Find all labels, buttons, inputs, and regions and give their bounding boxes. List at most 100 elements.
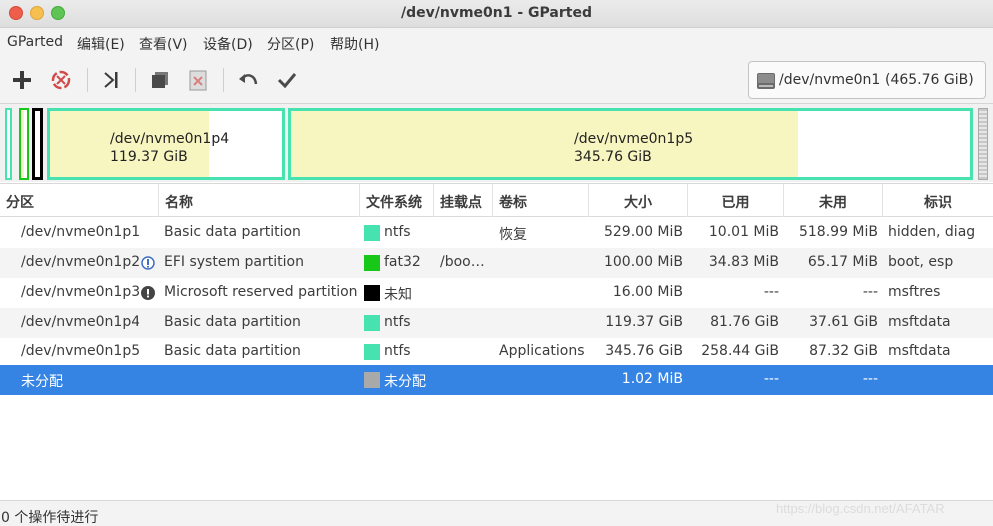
- column-header-filesystem[interactable]: 文件系统: [360, 184, 434, 217]
- table-row[interactable]: /dev/nvme0n1p3 Microsoft reserved partiti…: [0, 278, 993, 308]
- menu-partition[interactable]: 分区(P): [267, 34, 314, 54]
- disk-map: /dev/nvme0n1p4 119.37 GiB /dev/nvme0n1p5…: [0, 104, 993, 182]
- diskmap-p4-name: /dev/nvme0n1p4: [110, 131, 230, 147]
- diskmap-segment-p4[interactable]: /dev/nvme0n1p4 119.37 GiB: [47, 108, 285, 180]
- column-header-name[interactable]: 名称: [159, 184, 360, 217]
- column-header-label[interactable]: 卷标: [493, 184, 589, 217]
- cell-filesystem: fat32: [384, 254, 421, 270]
- cell-flags: msftres: [888, 284, 941, 300]
- cell-unused: ---: [862, 371, 878, 387]
- cell-unused: 37.61 GiB: [809, 314, 878, 330]
- cell-partition: /dev/nvme0n1p3: [21, 284, 139, 300]
- filesystem-color-swatch: [364, 225, 380, 241]
- menu-help[interactable]: 帮助(H): [330, 34, 379, 54]
- cell-name: Basic data partition: [164, 224, 301, 240]
- filesystem-color-swatch: [364, 315, 380, 331]
- cell-name: Basic data partition: [164, 314, 301, 330]
- cell-unused: ---: [862, 284, 878, 300]
- column-header-mountpoint[interactable]: 挂载点: [434, 184, 493, 217]
- cell-unused: 518.99 MiB: [798, 224, 878, 240]
- cell-name: EFI system partition: [164, 254, 304, 270]
- filesystem-color-swatch: [364, 255, 380, 271]
- info-icon[interactable]: [141, 256, 155, 270]
- window-title: /dev/nvme0n1 - GParted: [401, 5, 592, 21]
- table-row[interactable]: /dev/nvme0n1p2 EFI system partition fat32 /…: [0, 248, 993, 278]
- harddisk-icon: [755, 70, 777, 92]
- cell-filesystem: 未知: [384, 287, 412, 303]
- diskmap-segment-p2[interactable]: [19, 108, 29, 180]
- cell-flags: msftdata: [888, 343, 951, 359]
- menu-device[interactable]: 设备(D): [203, 34, 253, 54]
- diskmap-segment-p5[interactable]: /dev/nvme0n1p5 345.76 GiB: [288, 108, 973, 180]
- device-name: /dev/nvme0n1: [779, 72, 881, 88]
- cell-used: 34.83 MiB: [708, 254, 779, 270]
- pending-operations-status: 0 个操作待进行: [1, 510, 99, 526]
- column-header-unused[interactable]: 未用: [784, 184, 883, 217]
- cell-partition: /dev/nvme0n1p1: [21, 224, 139, 240]
- resize-move-icon[interactable]: [99, 68, 123, 92]
- cell-mountpoint: /boo…: [440, 254, 485, 270]
- cell-filesystem: ntfs: [384, 224, 411, 240]
- table-row[interactable]: /dev/nvme0n1p1 Basic data partition ntfs 恢复…: [0, 217, 993, 248]
- cell-used: ---: [763, 371, 779, 387]
- add-icon[interactable]: [10, 68, 34, 92]
- cell-used: 258.44 GiB: [701, 343, 779, 359]
- diskmap-p5-used-fill: [291, 111, 799, 177]
- diskmap-segment-p3[interactable]: [32, 108, 43, 180]
- cell-size: 529.00 MiB: [603, 224, 683, 240]
- column-header-partition[interactable]: 分区: [0, 184, 159, 217]
- column-header-size[interactable]: 大小: [589, 184, 688, 217]
- copy-icon[interactable]: [148, 68, 172, 92]
- cell-filesystem: ntfs: [384, 343, 411, 359]
- diskmap-segment-p1[interactable]: [5, 108, 12, 180]
- cell-name: Microsoft reserved partition: [164, 284, 358, 300]
- cell-label: 恢复: [499, 227, 527, 243]
- menu-view[interactable]: 查看(V): [139, 34, 188, 54]
- cell-unused: 87.32 GiB: [809, 343, 878, 359]
- table-header: 分区 名称 文件系统 挂载点 卷标 大小 已用 未用 标识: [0, 184, 993, 217]
- table-row[interactable]: 未分配 未分配 1.02 MiB --- ---: [0, 365, 993, 395]
- cell-label: Applications: [499, 343, 585, 359]
- cell-name: Basic data partition: [164, 343, 301, 359]
- apply-icon[interactable]: [275, 68, 299, 92]
- status-bar: 0 个操作待进行 https://blog.csdn.net/AFATAR: [0, 500, 993, 526]
- cell-partition: /dev/nvme0n1p5: [21, 343, 139, 359]
- delete-icon[interactable]: [49, 68, 73, 92]
- diskmap-segment-unallocated[interactable]: [978, 108, 988, 180]
- toolbar: /dev/nvme0n1 (465.76 GiB): [0, 56, 993, 104]
- cell-size: 119.37 GiB: [605, 314, 683, 330]
- warning-icon[interactable]: [141, 286, 155, 300]
- column-header-flags[interactable]: 标识: [883, 184, 993, 217]
- cell-used: 10.01 MiB: [708, 224, 779, 240]
- device-selector[interactable]: /dev/nvme0n1 (465.76 GiB): [748, 61, 986, 99]
- undo-icon[interactable]: [236, 68, 260, 92]
- menu-bar: GParted 编辑(E) 查看(V) 设备(D) 分区(P) 帮助(H): [0, 28, 993, 56]
- filesystem-color-swatch: [364, 372, 380, 388]
- menu-gparted[interactable]: GParted: [7, 34, 63, 50]
- watermark: https://blog.csdn.net/AFATAR: [776, 501, 945, 516]
- cell-size: 100.00 MiB: [603, 254, 683, 270]
- cell-size: 345.76 GiB: [605, 343, 683, 359]
- cell-partition: 未分配: [21, 374, 63, 390]
- table-row[interactable]: /dev/nvme0n1p4 Basic data partition ntfs 11…: [0, 308, 993, 338]
- diskmap-p4-size: 119.37 GiB: [110, 149, 188, 165]
- partition-table: 分区 名称 文件系统 挂载点 卷标 大小 已用 未用 标识 /dev/nvme0…: [0, 183, 993, 500]
- diskmap-p5-size: 345.76 GiB: [574, 149, 652, 165]
- cell-used: 81.76 GiB: [710, 314, 779, 330]
- diskmap-p5-name: /dev/nvme0n1p5: [574, 131, 694, 147]
- cell-flags: boot, esp: [888, 254, 954, 270]
- cell-filesystem: ntfs: [384, 314, 411, 330]
- device-size: (465.76 GiB): [885, 72, 974, 88]
- title-bar: /dev/nvme0n1 - GParted: [0, 0, 993, 28]
- cell-filesystem: 未分配: [384, 374, 426, 390]
- cell-partition: /dev/nvme0n1p2: [21, 254, 139, 270]
- table-row[interactable]: /dev/nvme0n1p5 Basic data partition ntfs Ap…: [0, 338, 993, 365]
- cell-flags: hidden, diag: [888, 224, 976, 240]
- cell-size: 1.02 MiB: [621, 371, 683, 387]
- cell-size: 16.00 MiB: [612, 284, 683, 300]
- menu-edit[interactable]: 编辑(E): [77, 34, 125, 54]
- paste-icon[interactable]: [186, 68, 210, 92]
- cell-partition: /dev/nvme0n1p4: [21, 314, 139, 330]
- column-header-used[interactable]: 已用: [688, 184, 784, 217]
- filesystem-color-swatch: [364, 285, 380, 301]
